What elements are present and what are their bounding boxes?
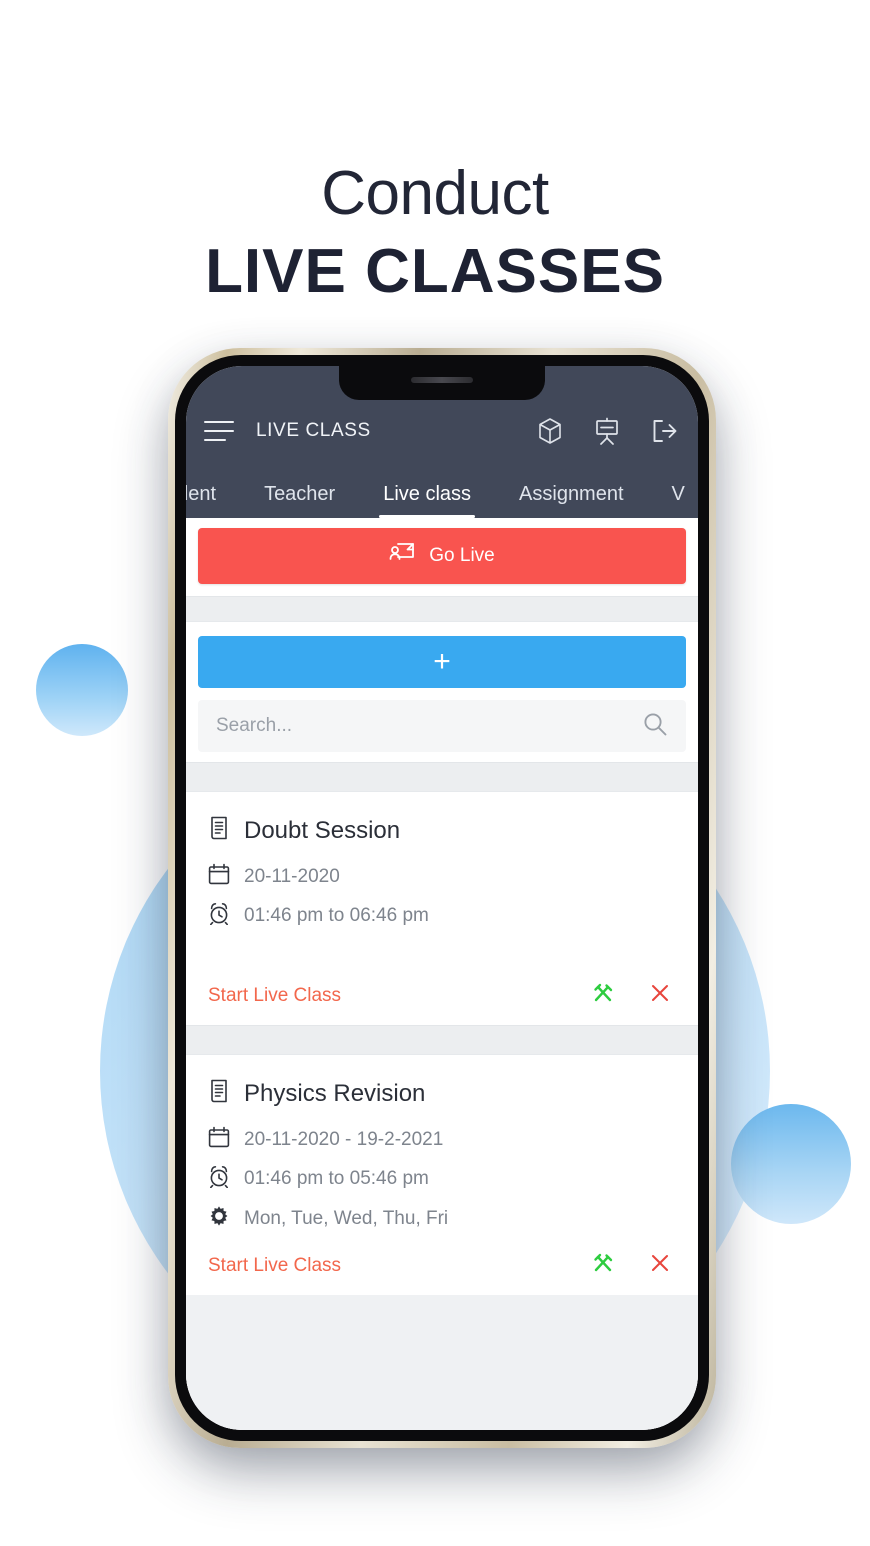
promo-page: Conduct LIVE CLASSES LIVE CLASS ent Teac… <box>0 0 870 1546</box>
phone-notch <box>339 366 545 400</box>
tab-assignment[interactable]: Assignment <box>495 483 648 518</box>
section-divider-3 <box>186 1025 698 1055</box>
tools-section: + <box>186 622 698 762</box>
search-icon[interactable] <box>642 711 668 742</box>
hamburger-menu-icon[interactable] <box>204 421 234 441</box>
tab-live-class[interactable]: Live class <box>359 483 495 518</box>
card-footer: Start Live Class <box>208 1252 676 1279</box>
add-class-button[interactable]: + <box>198 636 686 688</box>
section-divider-1 <box>186 596 698 622</box>
live-class-card[interactable]: Doubt Session 20-11-2020 01:46 pm to 06:… <box>186 792 698 1025</box>
alarm-clock-icon <box>208 902 230 930</box>
cube-icon[interactable] <box>537 417 563 445</box>
decorative-circle-small <box>36 644 128 736</box>
phone-mockup: LIVE CLASS ent Teacher Live class Assign… <box>168 348 716 1458</box>
class-date-row: 20-11-2020 <box>208 863 676 890</box>
card-actions <box>592 1252 676 1279</box>
document-icon <box>208 816 230 845</box>
app-content: Go Live + Search... Doubt Session 20-11-… <box>186 518 698 1430</box>
class-days-row: Mon, Tue, Wed, Thu, Fri <box>208 1205 676 1232</box>
class-time: 01:46 pm to 05:46 pm <box>244 1168 429 1189</box>
go-live-label: Go Live <box>429 545 495 566</box>
tab-video[interactable]: V <box>648 483 698 518</box>
page-headline: Conduct LIVE CLASSES <box>0 158 870 310</box>
search-input[interactable] <box>216 715 642 737</box>
calendar-icon <box>208 1126 230 1153</box>
headline-line-1: Conduct <box>321 159 549 228</box>
content-empty-area <box>186 1295 698 1430</box>
app-bar-icons <box>537 417 684 445</box>
app-title: LIVE CLASS <box>256 420 371 441</box>
document-icon <box>208 1079 230 1108</box>
card-actions <box>592 982 676 1009</box>
class-title: Physics Revision <box>244 1079 426 1107</box>
phone-frame: LIVE CLASS ent Teacher Live class Assign… <box>168 348 716 1448</box>
tab-bar: udent Teacher Live class Assignment V <box>186 462 698 518</box>
close-icon[interactable] <box>650 1253 670 1278</box>
class-time-row: 01:46 pm to 05:46 pm <box>208 1165 676 1193</box>
go-live-section: Go Live <box>186 518 698 596</box>
phone-body: LIVE CLASS ent Teacher Live class Assign… <box>175 355 709 1441</box>
class-title: Doubt Session <box>244 816 401 844</box>
tab-student[interactable]: udent <box>186 483 240 518</box>
tools-icon[interactable] <box>592 1252 614 1279</box>
app-bar-top: LIVE CLASS <box>186 400 698 462</box>
tab-teacher[interactable]: Teacher <box>240 483 359 518</box>
app-root: LIVE CLASS ent Teacher Live class Assign… <box>186 366 698 1430</box>
notch-speaker-icon <box>411 377 473 383</box>
phone-screen: LIVE CLASS ent Teacher Live class Assign… <box>186 366 698 1430</box>
class-time-row: 01:46 pm to 06:46 pm <box>208 902 676 930</box>
gear-icon <box>208 1205 230 1232</box>
start-live-class-link[interactable]: Start Live Class <box>208 1255 341 1277</box>
card-footer: Start Live Class <box>208 982 676 1009</box>
presentation-board-icon[interactable] <box>593 417 621 445</box>
search-field[interactable] <box>198 700 686 752</box>
screen-share-icon <box>389 542 415 570</box>
calendar-icon <box>208 863 230 890</box>
tools-icon[interactable] <box>592 982 614 1009</box>
class-days: Mon, Tue, Wed, Thu, Fri <box>244 1207 449 1229</box>
start-live-class-link[interactable]: Start Live Class <box>208 985 341 1007</box>
headline-line-2: LIVE CLASSES <box>205 237 665 307</box>
card-title-row: Physics Revision <box>208 1079 676 1108</box>
alarm-clock-icon <box>208 1165 230 1193</box>
class-date: 20-11-2020 <box>244 865 340 887</box>
logout-icon[interactable] <box>651 418 678 444</box>
close-icon[interactable] <box>650 983 670 1008</box>
go-live-button[interactable]: Go Live <box>198 528 686 584</box>
class-date: 20-11-2020 - 19-2-2021 <box>244 1128 444 1150</box>
card-title-row: Doubt Session <box>208 816 676 845</box>
decorative-circle-right <box>731 1104 851 1224</box>
section-divider-2 <box>186 762 698 792</box>
class-date-row: 20-11-2020 - 19-2-2021 <box>208 1126 676 1153</box>
live-class-card[interactable]: Physics Revision 20-11-2020 - 19-2-2021 … <box>186 1055 698 1295</box>
class-time: 01:46 pm to 06:46 pm <box>244 905 429 926</box>
